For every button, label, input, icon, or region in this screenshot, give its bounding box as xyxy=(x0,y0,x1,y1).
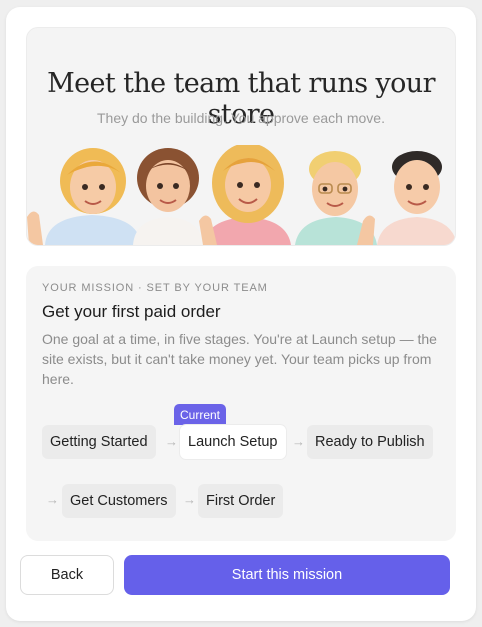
hero-subtitle: They do the building. You approve each m… xyxy=(97,110,385,126)
arrow-right-icon: → xyxy=(292,434,305,449)
team-member-3-avatar xyxy=(199,145,291,245)
arrow-right-icon: → xyxy=(183,492,196,507)
current-stage-badge: Current xyxy=(174,404,227,425)
team-member-4-avatar xyxy=(295,151,377,245)
mission-description: One goal at a time, in five stages. You'… xyxy=(42,331,437,387)
arrow-right-icon: → xyxy=(165,434,178,449)
mission-card: Meet the team that runs your store They … xyxy=(6,7,476,621)
stage-launch-setup: Launch Setup xyxy=(180,425,286,459)
stage-ready-to-publish: Ready to Publish xyxy=(307,425,433,459)
arrow-right-icon: → xyxy=(46,492,59,507)
stage-getting-started: Getting Started xyxy=(42,425,156,459)
team-member-2-avatar xyxy=(133,148,203,245)
stage-first-order: First Order xyxy=(198,484,284,518)
team-member-5-avatar xyxy=(377,151,455,245)
start-mission-button[interactable]: Start this mission xyxy=(124,555,450,595)
stage-get-customers: Get Customers xyxy=(62,484,176,518)
back-button[interactable]: Back xyxy=(20,555,114,595)
team-member-1-avatar xyxy=(27,148,141,245)
mission-title: Get your first paid order xyxy=(42,302,221,321)
team-hero: Meet the team that runs your store They … xyxy=(26,27,456,246)
team-illustration xyxy=(27,145,455,245)
mission-eyebrow: YOUR MISSION · SET BY YOUR TEAM xyxy=(42,282,268,294)
